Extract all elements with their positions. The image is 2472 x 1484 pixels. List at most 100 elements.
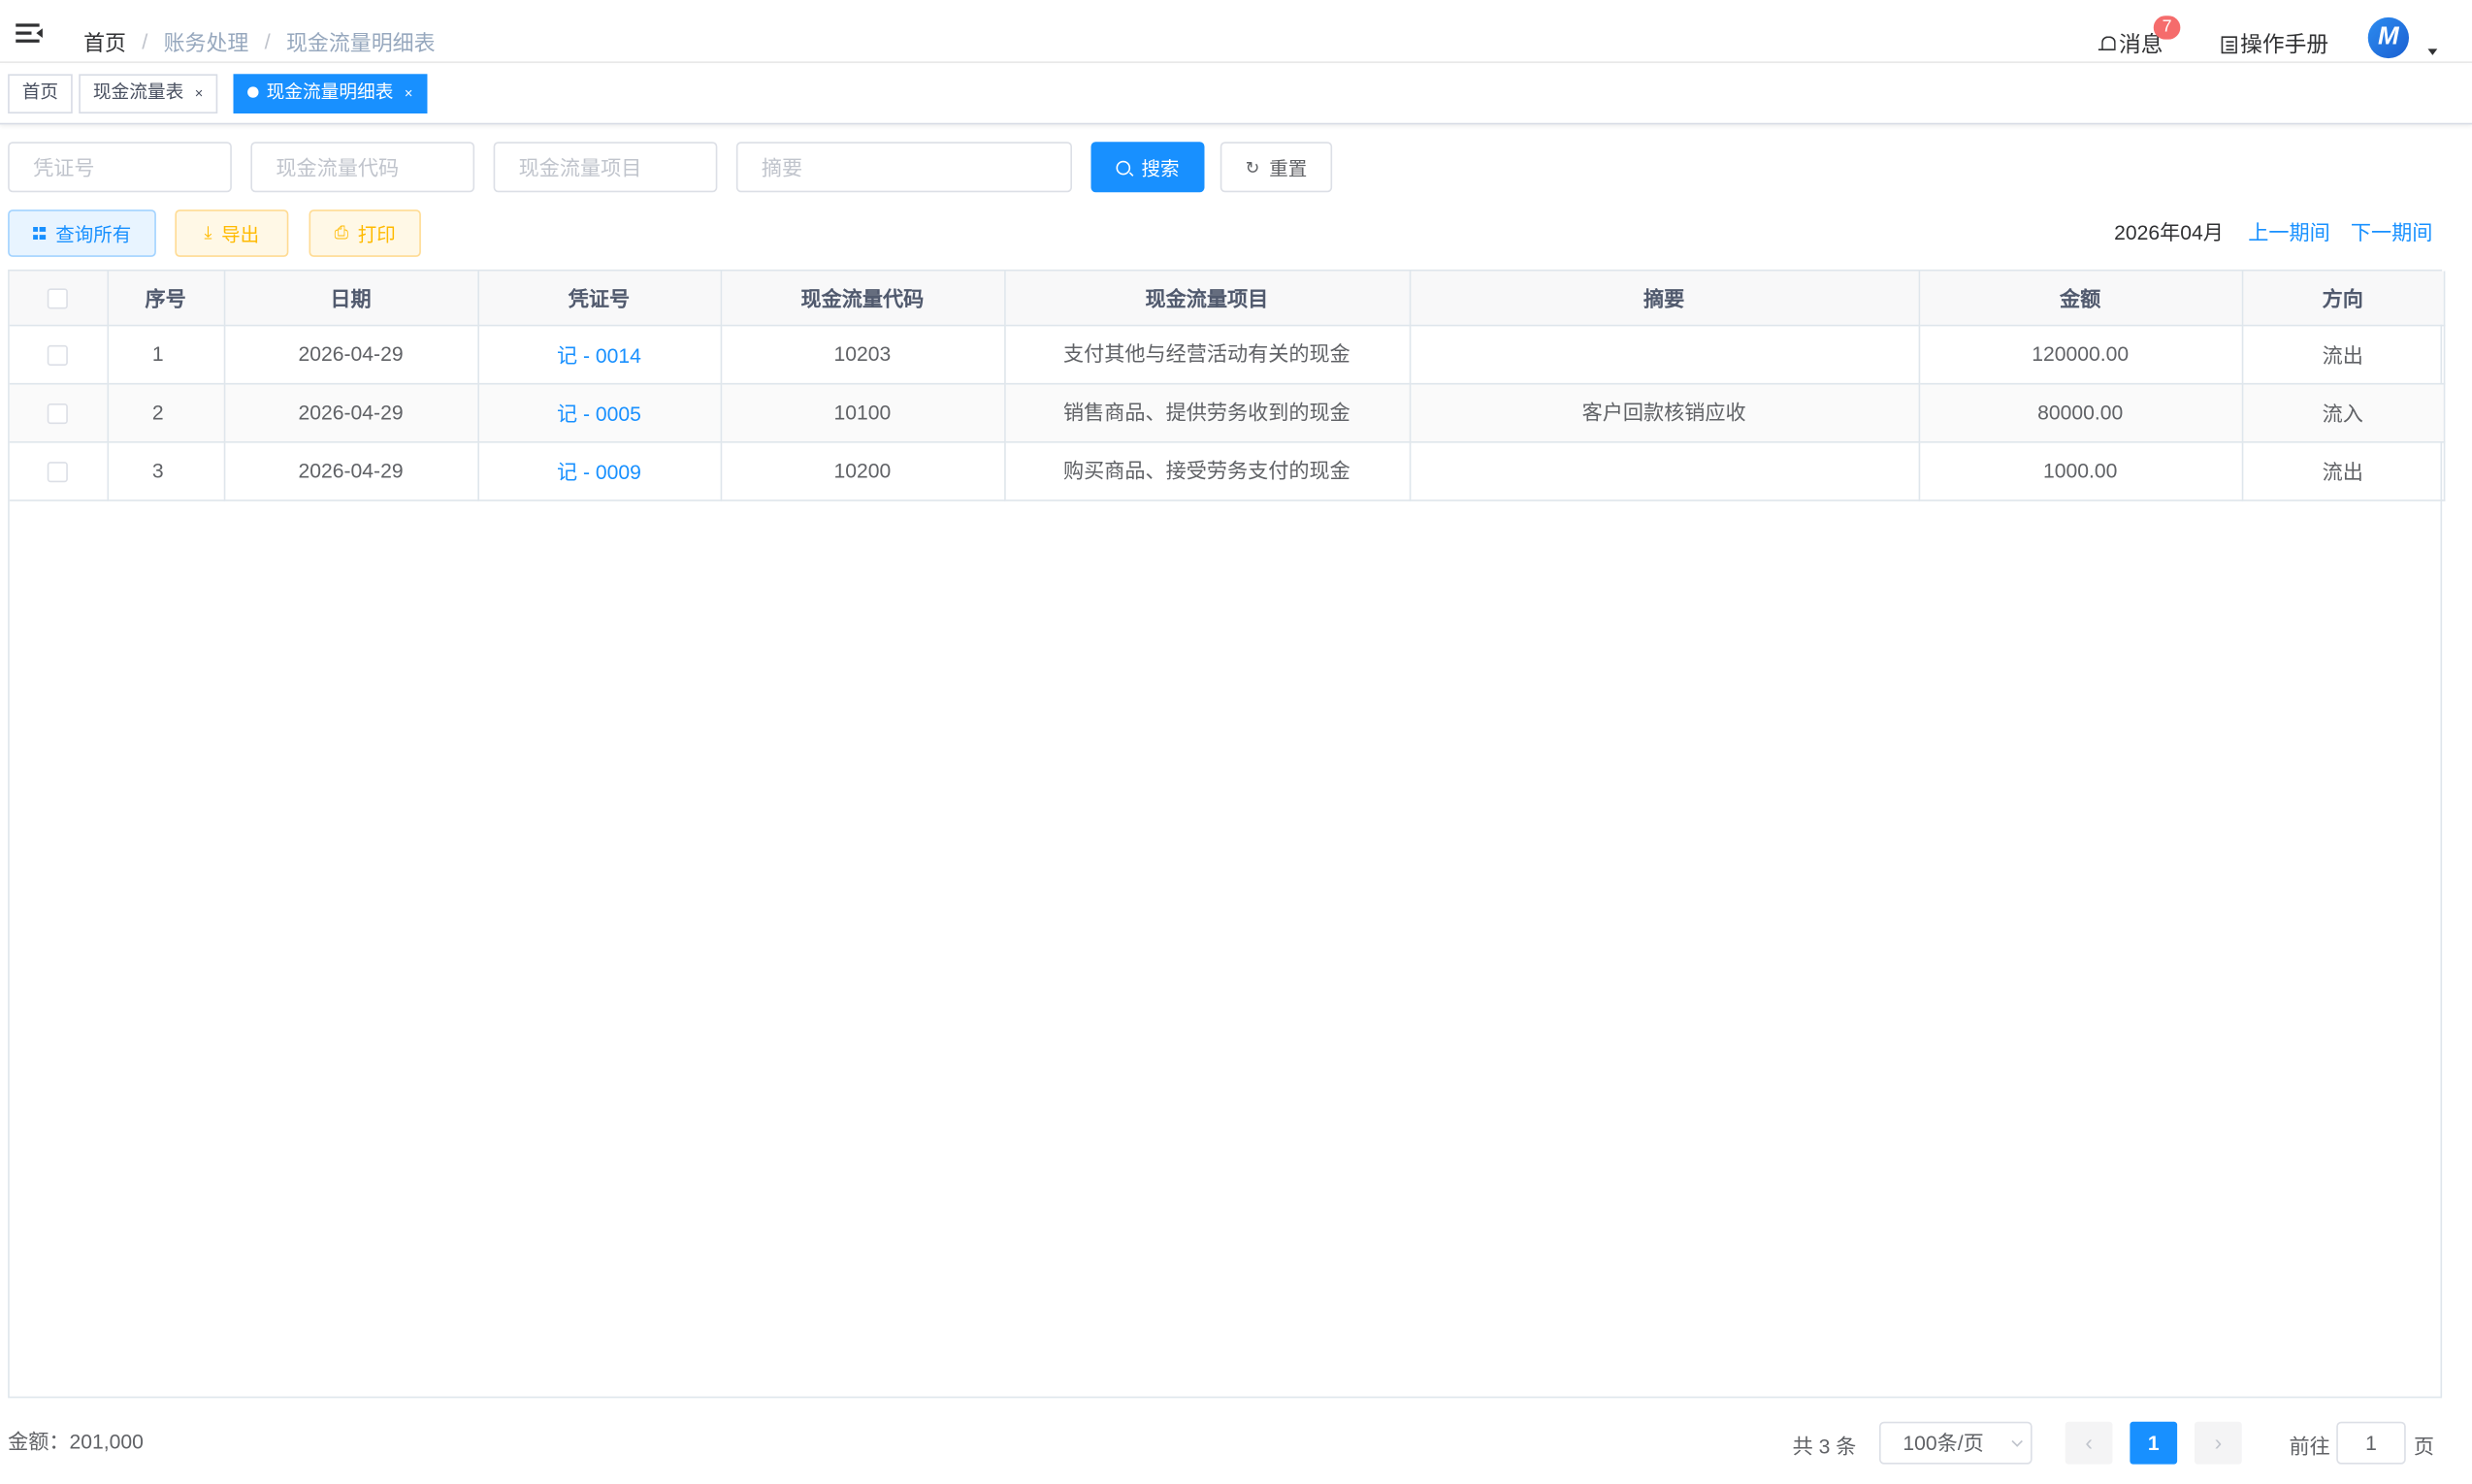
breadcrumb-item-accounting: 账务处理 bbox=[163, 31, 249, 55]
cell-index: 3 bbox=[107, 441, 225, 500]
column-header: 摘要 bbox=[1409, 271, 1920, 326]
breadcrumb-separator: / bbox=[142, 29, 148, 53]
table-header-row: 序号 日期 凭证号 现金流量代码 现金流量项目 摘要 金额 方向 bbox=[9, 271, 2445, 326]
cashflow-code-input[interactable] bbox=[250, 142, 475, 193]
table-row[interactable]: 2 2026-04-29 记 - 0005 10100 销售商品、提供劳务收到的… bbox=[9, 382, 2445, 442]
total-amount: 金额：201,000 bbox=[8, 1429, 144, 1454]
cashflow-item-input[interactable] bbox=[493, 142, 718, 193]
printer-icon: ⎙ bbox=[334, 222, 348, 242]
cell-summary: 客户回款核销应收 bbox=[1409, 382, 1920, 442]
prev-page-button[interactable]: ‹ bbox=[2065, 1421, 2113, 1465]
select-all-checkbox[interactable] bbox=[48, 288, 69, 309]
bell-icon bbox=[2098, 35, 2116, 53]
export-button[interactable]: ⤓ 导出 bbox=[175, 210, 289, 257]
page-size-select[interactable]: 100条/页 bbox=[1879, 1421, 2033, 1465]
messages-button[interactable]: 消息 bbox=[2098, 28, 2163, 60]
search-button[interactable]: 搜索 bbox=[1090, 142, 1205, 193]
close-icon[interactable]: × bbox=[405, 85, 413, 101]
cell-direction: 流入 bbox=[2241, 382, 2445, 442]
table-row[interactable]: 1 2026-04-29 记 - 0014 10203 支付其他与经营活动有关的… bbox=[9, 324, 2445, 384]
column-header: 序号 bbox=[107, 271, 225, 326]
print-button[interactable]: ⎙ 打印 bbox=[309, 210, 421, 257]
breadcrumb-separator: / bbox=[264, 29, 271, 53]
breadcrumb-item-home[interactable]: 首页 bbox=[83, 25, 126, 57]
cell-amount: 120000.00 bbox=[1918, 324, 2243, 384]
page-size-value: 100条/页 bbox=[1903, 1431, 1984, 1455]
voucher-link[interactable]: 记 - 0014 bbox=[557, 343, 641, 367]
reset-button[interactable]: ↻ 重置 bbox=[1220, 142, 1333, 193]
cell-item: 支付其他与经营活动有关的现金 bbox=[1004, 324, 1411, 384]
cell-item: 购买商品、接受劳务支付的现金 bbox=[1004, 441, 1411, 500]
chevron-down-icon bbox=[2011, 1436, 2023, 1447]
goto-page-input[interactable]: 1 bbox=[2336, 1421, 2406, 1465]
cell-voucher: 记 - 0005 bbox=[477, 382, 722, 442]
next-period-link[interactable]: 下一期间 bbox=[2351, 216, 2433, 246]
cell-direction: 流出 bbox=[2241, 441, 2445, 500]
hamburger-icon[interactable] bbox=[16, 23, 43, 44]
query-all-label: 查询所有 bbox=[55, 222, 132, 245]
row-checkbox-cell bbox=[9, 324, 109, 384]
print-label: 打印 bbox=[357, 222, 396, 245]
summary-input[interactable] bbox=[735, 142, 1072, 193]
voucher-input[interactable] bbox=[8, 142, 232, 193]
breadcrumb-item-current: 现金流量明细表 bbox=[285, 31, 436, 55]
search-icon bbox=[1116, 159, 1131, 175]
cell-voucher: 记 - 0009 bbox=[477, 441, 722, 500]
cell-direction: 流出 bbox=[2241, 324, 2445, 384]
goto-prefix: 前往 bbox=[2289, 1434, 2330, 1459]
chevron-right-icon: › bbox=[2214, 1429, 2223, 1455]
cell-index: 1 bbox=[107, 324, 225, 384]
cell-summary bbox=[1409, 324, 1920, 384]
query-all-button[interactable]: 查询所有 bbox=[8, 210, 156, 257]
tab-label: 现金流量明细表 bbox=[266, 83, 394, 103]
row-checkbox-cell bbox=[9, 382, 109, 442]
row-checkbox-cell bbox=[9, 441, 109, 500]
table-row[interactable]: 3 2026-04-29 记 - 0009 10200 购买商品、接受劳务支付的… bbox=[9, 441, 2445, 500]
cell-item: 销售商品、提供劳务收到的现金 bbox=[1004, 382, 1411, 442]
tab-home[interactable]: 首页 bbox=[8, 74, 73, 113]
breadcrumb: 首页 / 账务处理 / 现金流量明细表 bbox=[83, 25, 435, 57]
cell-code: 10203 bbox=[720, 324, 1005, 384]
voucher-link[interactable]: 记 - 0005 bbox=[557, 402, 641, 425]
page-number-button[interactable]: 1 bbox=[2130, 1421, 2178, 1465]
tab-label: 首页 bbox=[21, 83, 59, 103]
current-period: 2026年04月 bbox=[2114, 220, 2224, 244]
export-label: 导出 bbox=[221, 222, 260, 245]
tags-view: 首页 现金流量表 × 现金流量明细表 × bbox=[0, 65, 2472, 125]
top-navbar: 首页 / 账务处理 / 现金流量明细表 消息 7 操作手册 M bbox=[0, 0, 2472, 63]
chevron-left-icon: ‹ bbox=[2085, 1429, 2093, 1455]
cell-index: 2 bbox=[107, 382, 225, 442]
avatar[interactable]: M bbox=[2367, 16, 2409, 59]
cell-summary bbox=[1409, 441, 1920, 500]
next-page-button[interactable]: › bbox=[2195, 1421, 2242, 1465]
voucher-link[interactable]: 记 - 0009 bbox=[557, 461, 641, 484]
cell-amount: 80000.00 bbox=[1918, 382, 2243, 442]
row-checkbox[interactable] bbox=[48, 344, 69, 367]
messages-badge: 7 bbox=[2153, 16, 2181, 40]
close-icon[interactable]: × bbox=[195, 85, 204, 101]
cell-date: 2026-04-29 bbox=[223, 441, 479, 500]
refresh-icon: ↻ bbox=[1245, 158, 1260, 177]
row-checkbox[interactable] bbox=[48, 403, 69, 425]
cell-date: 2026-04-29 bbox=[223, 324, 479, 384]
select-all-cell bbox=[9, 271, 109, 326]
column-header: 金额 bbox=[1918, 271, 2243, 326]
caret-down-icon[interactable] bbox=[2427, 48, 2438, 55]
column-header: 日期 bbox=[223, 271, 479, 326]
row-checkbox[interactable] bbox=[48, 462, 69, 483]
cashflow-detail-table: 序号 日期 凭证号 现金流量代码 现金流量项目 摘要 金额 方向 1 2026-… bbox=[8, 269, 2445, 1399]
prev-period-link[interactable]: 上一期间 bbox=[2248, 216, 2330, 246]
column-header: 方向 bbox=[2241, 271, 2445, 326]
column-header: 凭证号 bbox=[477, 271, 722, 326]
manual-button[interactable]: 操作手册 bbox=[2221, 28, 2329, 60]
manual-label: 操作手册 bbox=[2240, 31, 2329, 57]
cell-code: 10100 bbox=[720, 382, 1005, 442]
cell-voucher: 记 - 0014 bbox=[477, 324, 722, 384]
tab-cashflow-detail[interactable]: 现金流量明细表 × bbox=[233, 74, 427, 113]
page: 首页 / 账务处理 / 现金流量明细表 消息 7 操作手册 M 首页 现金流量表… bbox=[0, 0, 2472, 1484]
cell-date: 2026-04-29 bbox=[223, 382, 479, 442]
search-button-label: 搜索 bbox=[1141, 156, 1180, 179]
tab-cashflow-statement[interactable]: 现金流量表 × bbox=[79, 74, 217, 113]
grid-icon bbox=[32, 226, 46, 241]
tab-label: 现金流量表 bbox=[92, 83, 184, 103]
